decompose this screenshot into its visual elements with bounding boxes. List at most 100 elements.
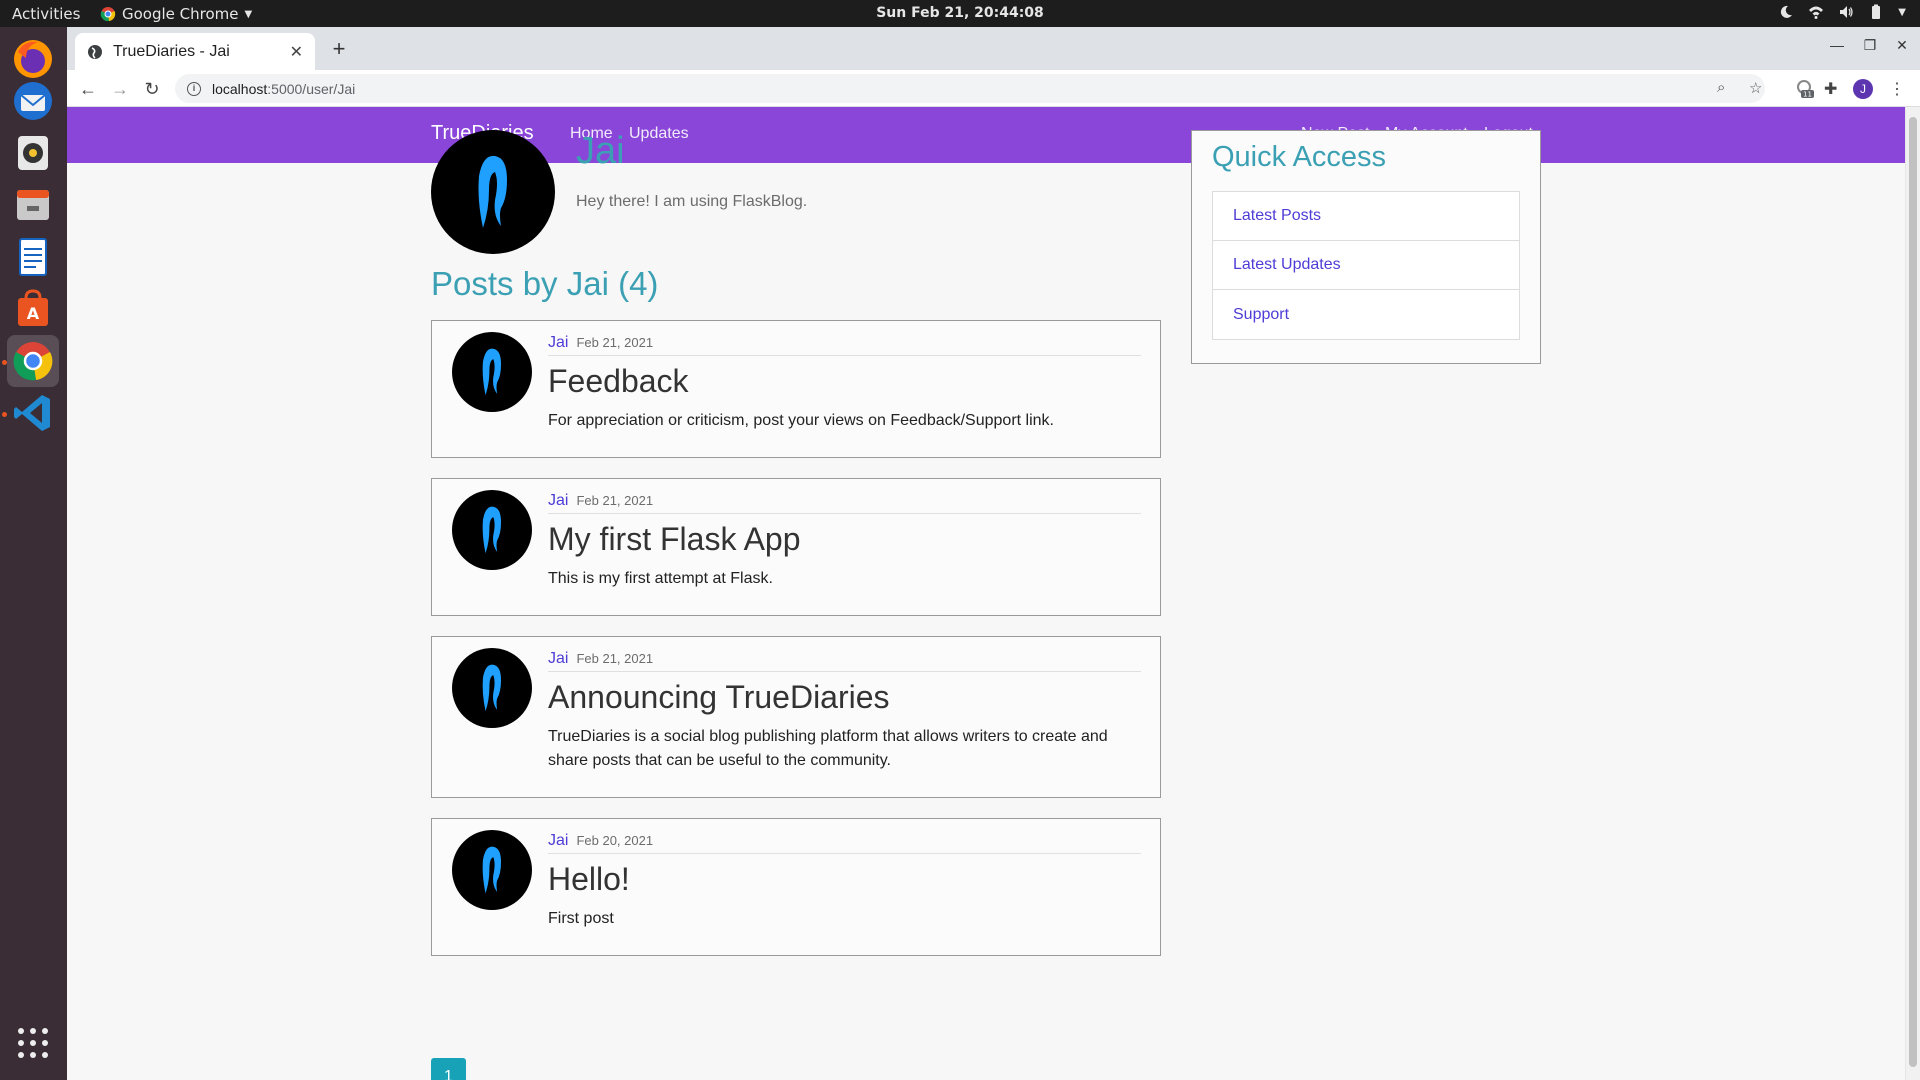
rhythmbox-icon [18,136,48,170]
site-navbar: TrueDiaries Home Updates New Post My Acc… [67,107,1905,163]
site-info-icon[interactable]: i [187,81,201,96]
kebab-menu-icon[interactable]: ⋮ [1889,79,1905,99]
chevron-down-icon: ▼ [244,8,253,20]
post-card: Jai Feb 21, 2021 Announcing TrueDiaries T… [431,636,1161,798]
post-title-link[interactable]: My first Flask App [548,521,801,558]
nav-updates[interactable]: Updates [629,125,689,143]
avatar-logo-icon [478,155,507,228]
post-author-link[interactable]: Jai [548,650,568,667]
post-meta: Jai Feb 21, 2021 [548,650,1141,672]
volume-icon [1840,6,1853,18]
dock-writer[interactable] [7,231,59,283]
extension-badge-icon: 11 [1797,80,1814,99]
running-indicator [2,412,7,417]
puzzle-icon[interactable]: ✚ [1824,79,1837,99]
post-date: Feb 21, 2021 [576,651,654,666]
svg-text:A: A [27,304,40,323]
close-tab-icon[interactable]: ✕ [290,42,303,62]
app-menu-label: Google Chrome [122,5,239,23]
show-applications-button[interactable] [7,1017,59,1069]
post-card: Jai Feb 21, 2021 My first Flask App This … [431,478,1161,616]
grid-icon [18,1028,48,1058]
firefox-icon [14,40,52,78]
back-icon[interactable]: ← [75,76,101,102]
post-author-avatar [452,332,532,412]
pagination: 1 [431,1058,466,1080]
chevron-down-icon: ▼ [1898,6,1906,18]
svg-text:11: 11 [1803,91,1812,99]
avatar-logo-icon [482,348,502,396]
post-author-avatar [452,830,532,910]
post-author-avatar [452,490,532,570]
quick-link-latest-posts[interactable]: Latest Posts [1213,192,1519,241]
avatar-logo-icon [482,664,502,712]
globe-favicon-icon [88,44,102,59]
post-title-link[interactable]: Hello! [548,861,630,898]
dock: A [0,27,67,1080]
zoom-icon[interactable]: ⌕ [1717,79,1725,96]
post-card: Jai Feb 20, 2021 Hello! First post [431,818,1161,956]
software-center-icon: A [18,289,48,326]
chrome-icon [13,342,53,381]
dock-chrome[interactable] [7,335,59,387]
clock[interactable]: Sun Feb 21, 20:44:08 [0,5,1920,21]
profile-about: Hey there! I am using FlaskBlog. [576,193,808,210]
dock-files[interactable] [7,179,59,231]
tab-strip: TrueDiaries - Jai ✕ + — ❐ ✕ [67,27,1920,70]
extension-icon[interactable]: 11 [1795,79,1815,104]
bookmark-star-icon[interactable]: ☆ [1749,79,1762,97]
page-button[interactable]: 1 [431,1058,466,1080]
quick-link-support[interactable]: Support [1213,290,1519,339]
running-indicator [2,360,7,365]
tab-title: TrueDiaries - Jai [113,42,230,60]
wifi-icon [1809,6,1824,19]
chrome-small-icon [100,7,116,22]
close-window-icon[interactable]: ✕ [1892,37,1912,54]
system-tray[interactable]: ▼ [1778,4,1906,20]
post-body: For appreciation or criticism, post your… [548,412,1054,429]
scrollbar-thumb[interactable] [1909,117,1917,1067]
battery-icon [1872,4,1881,19]
post-author-link[interactable]: Jai [548,334,568,351]
activities-button[interactable]: Activities [12,5,80,23]
post-title-link[interactable]: Announcing TrueDiaries [548,679,890,716]
post-meta: Jai Feb 20, 2021 [548,832,1141,854]
libreoffice-writer-icon [19,238,47,276]
post-author-link[interactable]: Jai [548,492,568,509]
quick-link-latest-updates[interactable]: Latest Updates [1213,241,1519,290]
avatar-logo-icon [482,506,502,554]
browser-window: TrueDiaries - Jai ✕ + — ❐ ✕ ← → ↻ i loca… [67,27,1920,1080]
vscode-icon [14,395,50,431]
posts-heading: Posts by Jai (4) [431,265,659,302]
address-bar[interactable]: i localhost:5000/user/Jai [175,74,1765,103]
files-icon [17,190,49,220]
dock-thunderbird[interactable] [7,75,59,127]
minimize-icon[interactable]: — [1827,37,1847,53]
system-top-bar: Activities Google Chrome ▼ Sun Feb 21, 2… [0,0,1920,27]
post-date: Feb 21, 2021 [576,493,654,508]
post-date: Feb 20, 2021 [576,833,654,848]
tab-active[interactable]: TrueDiaries - Jai ✕ [75,33,315,70]
dock-vscode[interactable] [7,387,59,439]
restore-icon[interactable]: ❐ [1860,37,1880,54]
dock-rhythmbox[interactable] [7,127,59,179]
profile-avatar-image [431,130,555,254]
app-menu[interactable]: Google Chrome ▼ [100,5,252,23]
post-author-avatar [452,648,532,728]
reload-icon[interactable]: ↻ [139,76,165,102]
new-tab-button[interactable]: + [325,36,353,62]
url-path: :5000/user/Jai [267,80,356,97]
thunderbird-icon [14,82,52,120]
avatar-logo-icon [482,846,502,894]
post-body: This is my first attempt at Flask. [548,570,773,587]
forward-icon[interactable]: → [107,76,133,102]
post-card: Jai Feb 21, 2021 Feedback For appreciatio… [431,320,1161,458]
post-meta: Jai Feb 21, 2021 [548,492,1141,514]
url-host: localhost [212,80,268,97]
post-body: First post [548,910,614,927]
post-author-link[interactable]: Jai [548,832,568,849]
post-title-link[interactable]: Feedback [548,363,689,400]
profile-avatar[interactable]: J [1853,79,1873,99]
dock-software[interactable]: A [7,283,59,335]
vertical-scrollbar[interactable] [1905,107,1920,1080]
